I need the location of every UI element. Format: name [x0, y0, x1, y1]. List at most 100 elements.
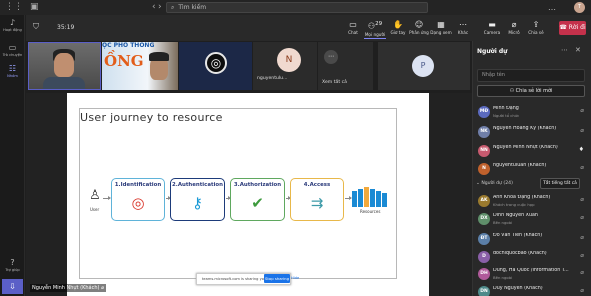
- participant-name: Nguyễn Minh Nhựt (Khách): [493, 145, 558, 150]
- forward-icon[interactable]: ›: [158, 0, 162, 15]
- stop-sharing-button[interactable]: Stop sharing: [264, 274, 290, 283]
- participant-search-input[interactable]: Nhập tên: [477, 69, 585, 82]
- list-item[interactable]: DX Dinh Nguyen Xuan Bên ngoài ⌀: [478, 213, 588, 229]
- rail-item-help[interactable]: ? Trợ giúp: [0, 258, 25, 278]
- step-identification: 1.Identification ◎: [111, 178, 165, 221]
- view-button[interactable]: ▦ Dạng xem: [430, 19, 452, 39]
- shield-icon: ⛉: [33, 22, 39, 31]
- mic-muted-icon[interactable]: ⌀: [580, 127, 584, 134]
- mic-muted-icon[interactable]: ⌀: [580, 252, 584, 259]
- rail-item-label: Nhóm: [7, 74, 18, 78]
- chat-button[interactable]: ▭ Chat: [342, 19, 364, 39]
- list-item[interactable]: AK Anh Khoa Đặng (Khách) Khách trong cuộ…: [478, 195, 588, 211]
- mic-muted-icon[interactable]: ⌀: [580, 269, 584, 276]
- phone-icon: ☎: [559, 24, 567, 31]
- raise-hand-button[interactable]: ✋ Giơ tay: [387, 19, 409, 39]
- step-authorization: 3.Authorization ✔: [230, 178, 285, 221]
- more-label: Khác: [457, 30, 469, 35]
- share-label: Chia sẻ: [528, 30, 544, 35]
- rail-item-activity[interactable]: ♪ Hoạt động: [0, 18, 25, 38]
- checkmark-icon: ✔: [251, 194, 264, 212]
- share-invite-label: Chia sẻ lời mời: [515, 88, 553, 94]
- hand-icon: ✋: [393, 20, 403, 29]
- list-item[interactable]: NN Nguyễn Minh Nhựt (Khách) ♦: [478, 145, 588, 161]
- dots-menu-icon[interactable]: ⋮⋮: [5, 0, 23, 15]
- mic-muted-icon[interactable]: ⌀: [580, 214, 584, 221]
- person-hair: [149, 52, 169, 61]
- mic-muted-icon[interactable]: ⌀: [580, 164, 584, 171]
- list-item[interactable]: DH Dung, Ha Quoc /Information T... Bên n…: [478, 268, 588, 284]
- avatar: DX: [478, 213, 490, 225]
- rail-item-teams[interactable]: ☷ Nhóm: [0, 64, 25, 84]
- panel-title: Người dự: [477, 48, 508, 55]
- list-item[interactable]: D dochiquocbao (Khách) ⌀: [478, 251, 588, 267]
- attendees-section-toggle[interactable]: ⌄ Người dự (24): [476, 181, 513, 186]
- mic-icon[interactable]: ♦: [579, 146, 584, 153]
- leave-button[interactable]: ☎ Rời đi: [559, 21, 586, 35]
- user-label: User: [90, 207, 100, 212]
- raise-label: Giơ tay: [390, 30, 406, 35]
- participant-name: Duy Nguyễn (Khách): [493, 286, 543, 291]
- mic-muted-icon[interactable]: ⌀: [580, 234, 584, 241]
- list-item[interactable]: MĐ Minh Đặng Người tổ chức ⌀: [478, 106, 588, 122]
- help-icon: ?: [10, 258, 15, 267]
- panel-more-icon[interactable]: ⋯: [561, 46, 568, 54]
- video-tile-presenter[interactable]: [28, 42, 101, 90]
- view-label: Dạng xem: [430, 30, 452, 35]
- participant-role: Khách trong cuộc họp: [493, 202, 535, 207]
- more-button[interactable]: ⋯ Khác: [452, 19, 474, 39]
- list-item[interactable]: ĐT Đỗ Văn Tiến (Khách) ⌀: [478, 233, 588, 249]
- participant-name: Anh Khoa Đặng (Khách): [493, 195, 551, 200]
- people-count: 29: [375, 21, 383, 27]
- chat-icon: ▭: [349, 20, 357, 29]
- people-button[interactable]: ⚇29 Mọi người: [364, 19, 386, 39]
- mic-muted-icon[interactable]: ⌀: [580, 107, 584, 114]
- avatar: N: [478, 163, 490, 175]
- participant-role: Bên ngoài: [493, 220, 513, 225]
- back-icon[interactable]: ‹: [152, 0, 156, 15]
- share-invite-button[interactable]: ⚇ Chia sẻ lời mời: [477, 85, 585, 97]
- share-button[interactable]: ⇪ Chia sẻ: [525, 19, 547, 39]
- list-item[interactable]: DN Duy Nguyễn (Khách) ⌀: [478, 286, 588, 296]
- user-icon: ♙: [89, 188, 101, 203]
- participant-name: nguyentuluan (Khách): [493, 163, 547, 168]
- slide-title: User journey to resource: [80, 111, 223, 124]
- list-item[interactable]: N nguyentuluan (Khách) ⌀: [478, 163, 588, 179]
- video-tile-obs[interactable]: ◎: [179, 42, 252, 90]
- participant-name: Dung, Ha Quoc /Information T...: [493, 268, 569, 273]
- hide-link[interactable]: Hide: [291, 276, 299, 280]
- step-label: 3.Authorization: [233, 182, 282, 188]
- mic-muted-icon[interactable]: ⌀: [580, 287, 584, 294]
- camera-button[interactable]: ▬ Camera: [481, 19, 503, 39]
- video-tile-nguyentuluan[interactable]: N nguyentulu...: [253, 42, 317, 90]
- avatar[interactable]: T: [574, 2, 585, 13]
- video-tile-p[interactable]: P: [378, 42, 470, 90]
- react-button[interactable]: ☺ Phản ứng: [408, 19, 430, 39]
- mic-muted-icon[interactable]: ⌀: [580, 196, 584, 203]
- presenter-name: Nguyễn Minh Nhựt (Khách) ⌀: [30, 284, 107, 292]
- avatar: MĐ: [478, 106, 490, 118]
- avatar: DN: [478, 286, 490, 296]
- step-authentication: 2.Authentication ⚷: [170, 178, 225, 221]
- search-input[interactable]: ⌕ Tìm kiếm: [166, 2, 428, 13]
- resources-icon: [352, 187, 388, 207]
- leave-label: Rời đi: [568, 24, 586, 31]
- access-arrow-icon: ⇉: [310, 194, 324, 212]
- mute-all-button[interactable]: Tắt tiếng tất cả: [540, 178, 580, 189]
- teams-logo-icon: ▣: [30, 2, 39, 12]
- close-icon[interactable]: ✕: [575, 46, 581, 54]
- participant-name: Đỗ Văn Tiến (Khách): [493, 233, 543, 238]
- list-item[interactable]: NK Nguyễn Hoàng Kỳ (Khách) ⌀: [478, 126, 588, 142]
- mic-muted-icon: ⌀: [511, 20, 517, 29]
- participant-role: Người tổ chức: [493, 113, 520, 118]
- download-icon[interactable]: ⇩: [2, 279, 23, 294]
- obs-logo-icon: ◎: [205, 52, 227, 74]
- view-all-tile[interactable]: ⋯ Xem tất cả: [318, 42, 373, 90]
- mic-button[interactable]: ⌀ Micrô: [503, 19, 525, 39]
- rail-item-chat[interactable]: ▭ Trò chuyện: [0, 43, 25, 63]
- video-tile-webcam[interactable]: ỌC PHỔ THÔNG ỒNG: [102, 42, 178, 90]
- person-shirt: [43, 77, 85, 89]
- key-icon: ⚷: [192, 194, 203, 212]
- avatar: NK: [478, 126, 490, 138]
- more-options-icon[interactable]: …: [545, 0, 559, 15]
